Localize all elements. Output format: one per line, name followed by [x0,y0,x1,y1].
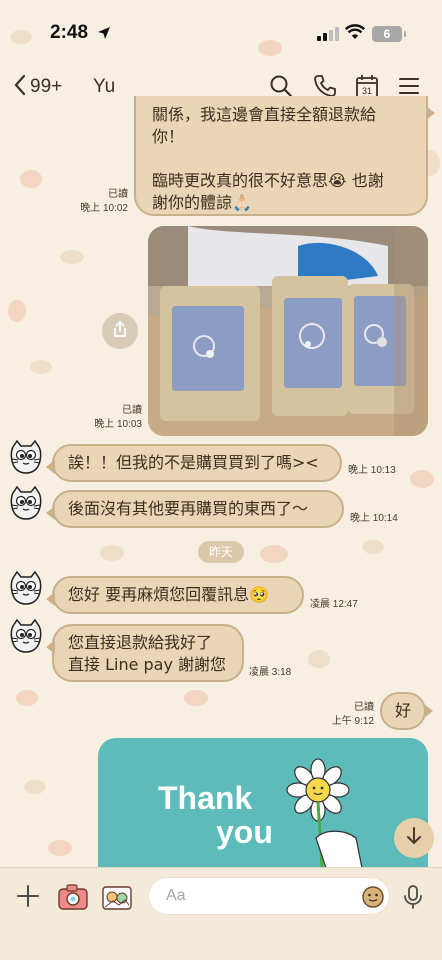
status-bar: 2:48 6 [0,0,442,62]
avatar[interactable] [8,439,44,475]
emoji-icon[interactable] [361,885,385,914]
photo-image [148,226,428,436]
arrow-down-icon [405,826,423,850]
message-text: 誒！！但我的不是購買買到了嗎>< [68,453,319,472]
message-time: 晚上 10:13 [348,465,396,476]
message-bubble-incoming[interactable]: 您好 要再麻煩您回覆訊息🥺 [46,576,304,614]
plus-icon[interactable] [16,884,40,912]
sticker-text: you [216,814,273,850]
message-text: 好 [394,701,411,720]
message-time: 晚上 10:02 [80,203,128,214]
photo-icon[interactable] [101,883,133,915]
battery-indicator: 6 [372,26,406,42]
camera-icon[interactable] [57,883,89,915]
daisy-icon [286,758,366,868]
message-bubble-outgoing[interactable]: 關係，我這邊會直接全額退款給 你！ 臨時更改真的很不好意思😭 也謝 謝你的體諒🙏… [134,96,435,216]
cellular-signal-icon [317,27,339,41]
avatar[interactable] [8,485,44,521]
message-time: 晚上 10:14 [350,513,398,524]
message-time: 凌晨 3:18 [249,667,292,678]
wifi-icon [344,24,366,44]
message-bubble-outgoing[interactable]: 好 [380,692,433,730]
microphone-icon[interactable] [402,884,424,914]
clock: 2:48 [50,22,89,43]
photo-message[interactable] [148,226,428,436]
message-text-line: 關係，我這邊會直接全額退款給 [152,105,377,124]
read-receipt: 已讀 [108,189,128,200]
message-text-line: 臨時更改真的很不好意思😭 也謝 [152,171,384,190]
read-receipt: 已讀 [354,702,374,713]
message-text-line: 你！ [152,127,185,146]
message-text-line: 直接 Line pay 謝謝您 [68,655,227,674]
message-text: 您好 要再麻煩您回覆訊息🥺 [68,585,270,604]
location-arrow-icon [97,25,111,44]
contact-name[interactable]: Yu [93,76,115,98]
message-bubble-incoming[interactable]: 後面沒有其他要再購買的東西了～ [46,490,344,528]
unread-count: 99+ [30,76,63,97]
message-input[interactable]: Aa [148,877,390,915]
message-meta: 已讀 上午 9:12 [318,701,374,729]
message-text: 後面沒有其他要再購買的東西了～ [68,499,309,518]
svg-text:31: 31 [362,86,372,96]
avatar[interactable] [8,618,44,654]
message-text-line: 謝你的體諒🙏🏻 [152,193,252,212]
message-text-line: 您直接退款給我好了 [68,633,213,652]
message-input-bar: Aa [0,867,442,960]
date-separator: 昨天 [198,541,244,563]
message-meta: 已讀 晚上 10:02 [72,188,128,216]
message-text-line [152,148,410,170]
message-time: 凌晨 12:47 [310,599,358,610]
message-time: 晚上 10:03 [94,419,142,430]
message-meta: 已讀 晚上 10:03 [86,404,142,432]
share-button[interactable] [102,313,138,349]
back-button[interactable]: 99+ [12,73,62,101]
sticker-text: Thank [158,780,253,816]
sticker-message[interactable]: Thank you [98,738,428,868]
message-bubble-incoming[interactable]: 您直接退款給我好了 直接 Line pay 謝謝您 [46,624,244,682]
scroll-to-bottom-button[interactable] [394,818,434,858]
share-icon [111,320,129,342]
chevron-left-icon [12,73,28,101]
read-receipt: 已讀 [122,405,142,416]
message-time: 上午 9:12 [331,716,374,727]
avatar[interactable] [8,570,44,606]
message-bubble-incoming[interactable]: 誒！！但我的不是購買買到了嗎>< [46,444,342,482]
input-placeholder: Aa [166,887,186,904]
